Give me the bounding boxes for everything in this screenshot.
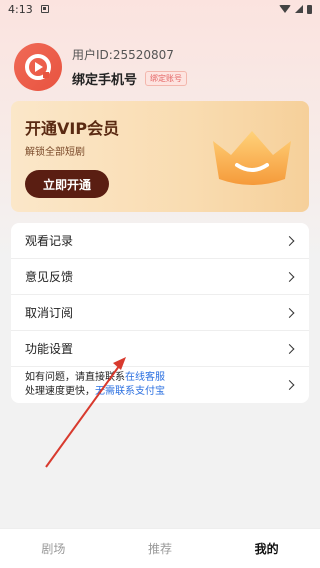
tab-mine[interactable]: 我的 [217, 540, 317, 557]
help-text-line2: 处理速度更快， [25, 386, 95, 397]
vip-title: 开通VIP会员 [25, 119, 120, 138]
battery-icon [307, 4, 312, 14]
chevron-right-icon [284, 271, 295, 282]
menu-item-label: 功能设置 [25, 342, 74, 356]
vip-subtitle: 解锁全部短剧 [25, 147, 85, 158]
bind-phone-link[interactable]: 绑定手机号 [72, 69, 137, 88]
chevron-right-icon [284, 380, 295, 390]
status-bar: 4:13 [0, 0, 320, 18]
vip-open-button[interactable]: 立即开通 [25, 170, 109, 198]
menu-list: 观看记录 意见反馈 取消订阅 功能设置 如有问题，请直接联系在线客服 处理速度更… [11, 223, 309, 403]
chevron-right-icon [284, 235, 295, 246]
bottom-tab-bar: 剧场 推荐 我的 [0, 528, 320, 568]
menu-item-feedback[interactable]: 意见反馈 [11, 259, 309, 295]
user-id: 用户ID:25520807 [72, 48, 174, 62]
no-alipay-link[interactable]: 无需联系支付宝 [95, 386, 165, 397]
bind-account-badge[interactable]: 绑定账号 [145, 71, 188, 86]
chevron-right-icon [284, 343, 295, 354]
app-logo-icon [25, 54, 51, 80]
menu-item-settings[interactable]: 功能设置 [11, 331, 309, 367]
help-text-line1: 如有问题，请直接联系 [25, 372, 125, 383]
status-time: 4:13 [8, 2, 33, 16]
chevron-right-icon [284, 307, 295, 318]
menu-item-help[interactable]: 如有问题，请直接联系在线客服 处理速度更快，无需联系支付宝 [11, 367, 309, 403]
menu-item-cancel-subscription[interactable]: 取消订阅 [11, 295, 309, 331]
signal-icon [295, 5, 303, 13]
menu-item-label: 取消订阅 [25, 306, 74, 320]
wifi-icon [279, 5, 291, 13]
notification-icon [40, 5, 49, 13]
tab-recommend[interactable]: 推荐 [110, 540, 210, 557]
vip-card[interactable]: 开通VIP会员 解锁全部短剧 立即开通 [11, 101, 309, 212]
profile-header: 用户ID:25520807 绑定手机号 绑定账号 [14, 42, 306, 92]
menu-item-label: 意见反馈 [25, 270, 74, 284]
online-service-link[interactable]: 在线客服 [125, 372, 165, 383]
crown-icon [213, 131, 291, 185]
avatar[interactable] [14, 43, 62, 91]
tab-theater[interactable]: 剧场 [3, 540, 103, 557]
menu-item-label: 观看记录 [25, 234, 74, 248]
menu-item-watch-history[interactable]: 观看记录 [11, 223, 309, 259]
